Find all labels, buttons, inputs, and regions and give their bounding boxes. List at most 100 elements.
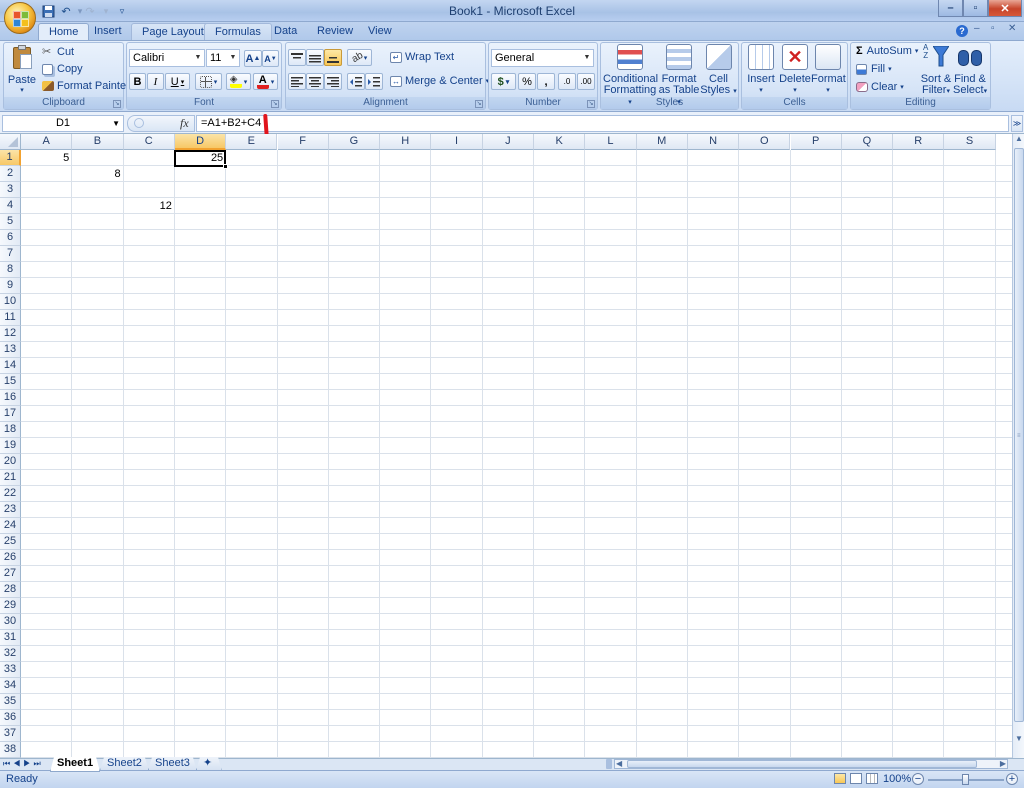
row-header-33[interactable]: 33 bbox=[0, 662, 21, 678]
ribbon-minimize-icon[interactable]: – bbox=[974, 23, 980, 34]
name-box-dropdown-icon[interactable]: ▼ bbox=[112, 116, 120, 131]
autosum-button[interactable]: Σ AutoSum ▾ bbox=[856, 45, 918, 57]
conditional-formatting-button[interactable]: Conditional Formatting ▾ bbox=[603, 44, 658, 108]
expand-formula-bar-icon[interactable]: ≫ bbox=[1011, 115, 1023, 132]
fill-handle[interactable] bbox=[223, 164, 228, 169]
borders-button[interactable]: ▾ bbox=[195, 73, 222, 90]
column-header-h[interactable]: H bbox=[380, 134, 432, 150]
row-header-27[interactable]: 27 bbox=[0, 566, 21, 582]
column-header-p[interactable]: P bbox=[790, 134, 842, 150]
row-header-15[interactable]: 15 bbox=[0, 374, 21, 390]
percent-button[interactable]: % bbox=[518, 73, 536, 90]
row-header-21[interactable]: 21 bbox=[0, 470, 21, 486]
align-top-button[interactable] bbox=[288, 49, 306, 66]
row-header-18[interactable]: 18 bbox=[0, 422, 21, 438]
format-cells-button[interactable]: Format ▾ bbox=[811, 44, 846, 96]
format-as-table-button[interactable]: Format as Table ▾ bbox=[658, 44, 700, 108]
help-icon[interactable]: ? bbox=[956, 25, 968, 37]
row-header-3[interactable]: 3 bbox=[0, 182, 21, 198]
worksheet-grid[interactable] bbox=[0, 134, 1012, 758]
column-header-q[interactable]: Q bbox=[841, 134, 894, 150]
currency-button[interactable]: $ ▾ bbox=[491, 73, 516, 90]
cut-button[interactable]: ✂ Cut bbox=[42, 46, 74, 58]
tab-split-handle[interactable] bbox=[606, 759, 612, 769]
column-header-n[interactable]: N bbox=[687, 134, 740, 150]
row-header-32[interactable]: 32 bbox=[0, 646, 21, 662]
font-color-button[interactable]: A ▾ bbox=[253, 73, 278, 90]
row-header-13[interactable]: 13 bbox=[0, 342, 21, 358]
increase-indent-button[interactable] bbox=[365, 73, 383, 90]
cell-b2[interactable]: 8 bbox=[72, 166, 123, 182]
find-select-button[interactable]: Find & Select▾ bbox=[953, 44, 987, 97]
row-header-23[interactable]: 23 bbox=[0, 502, 21, 518]
clear-button[interactable]: Clear ▾ bbox=[856, 81, 904, 93]
column-header-m[interactable]: M bbox=[636, 134, 688, 150]
row-header-20[interactable]: 20 bbox=[0, 454, 21, 470]
formula-input[interactable]: =A1+B2+C4 bbox=[196, 115, 1009, 132]
row-header-16[interactable]: 16 bbox=[0, 390, 21, 406]
cell-a1[interactable]: 5 bbox=[21, 150, 72, 166]
row-header-30[interactable]: 30 bbox=[0, 614, 21, 630]
zoom-in-icon[interactable]: + bbox=[1006, 773, 1018, 785]
column-header-s[interactable]: S bbox=[944, 134, 996, 150]
row-header-37[interactable]: 37 bbox=[0, 726, 21, 742]
page-layout-view-icon[interactable] bbox=[850, 773, 862, 784]
row-header-9[interactable]: 9 bbox=[0, 278, 21, 294]
sheet-navigation-icons[interactable]: ⏮◀▶⏭ bbox=[3, 759, 44, 769]
row-header-7[interactable]: 7 bbox=[0, 246, 21, 262]
row-header-12[interactable]: 12 bbox=[0, 326, 21, 342]
workbook-close-icon[interactable]: ✕ bbox=[1008, 23, 1016, 34]
number-launcher-icon[interactable]: ↘ bbox=[587, 100, 595, 108]
scroll-left-icon[interactable]: ◀ bbox=[616, 759, 622, 768]
column-header-g[interactable]: G bbox=[328, 134, 381, 150]
fill-button[interactable]: Fill ▾ bbox=[856, 63, 892, 75]
paste-button[interactable]: Paste ▾ bbox=[6, 44, 38, 94]
tab-home[interactable]: Home bbox=[38, 23, 90, 41]
column-header-c[interactable]: C bbox=[123, 134, 175, 150]
fill-color-button[interactable]: ◈ ▾ bbox=[226, 73, 251, 90]
underline-button[interactable]: U ▾ bbox=[165, 73, 190, 90]
column-header-d[interactable]: D bbox=[174, 134, 227, 150]
column-header-f[interactable]: F bbox=[277, 134, 329, 150]
column-header-k[interactable]: K bbox=[534, 134, 586, 150]
row-header-36[interactable]: 36 bbox=[0, 710, 21, 726]
cell-c4[interactable]: 12 bbox=[124, 198, 175, 214]
align-center-button[interactable] bbox=[306, 73, 324, 90]
row-header-29[interactable]: 29 bbox=[0, 598, 21, 614]
copy-button[interactable]: Copy bbox=[42, 63, 83, 75]
comma-button[interactable]: , bbox=[537, 73, 555, 90]
column-header-i[interactable]: I bbox=[431, 134, 483, 150]
ribbon-restore-icon[interactable]: ▫ bbox=[991, 23, 995, 34]
align-bottom-button[interactable] bbox=[324, 49, 342, 66]
sheet-tab-sheet2[interactable]: Sheet2 bbox=[100, 757, 149, 771]
decrease-indent-button[interactable] bbox=[347, 73, 365, 90]
insert-cells-button[interactable]: Insert ▾ bbox=[744, 44, 778, 96]
align-right-button[interactable] bbox=[324, 73, 342, 90]
font-size-select[interactable]: 11 ▼ bbox=[206, 49, 240, 67]
restore-button[interactable]: ▫ bbox=[963, 0, 988, 17]
scroll-up-icon[interactable]: ▲ bbox=[1014, 134, 1024, 146]
cell-styles-button[interactable]: Cell Styles ▾ bbox=[700, 44, 737, 97]
tab-review[interactable]: Review bbox=[307, 23, 363, 41]
zoom-slider-thumb[interactable] bbox=[962, 774, 969, 785]
close-button[interactable]: ✕ bbox=[988, 0, 1022, 17]
row-header-31[interactable]: 31 bbox=[0, 630, 21, 646]
insert-sheet-icon[interactable]: ✦ bbox=[196, 757, 222, 771]
row-header-34[interactable]: 34 bbox=[0, 678, 21, 694]
select-all-button[interactable] bbox=[0, 134, 21, 150]
column-header-o[interactable]: O bbox=[739, 134, 791, 150]
row-header-11[interactable]: 11 bbox=[0, 310, 21, 326]
font-launcher-icon[interactable]: ↘ bbox=[271, 100, 279, 108]
column-header-l[interactable]: L bbox=[585, 134, 637, 150]
row-header-17[interactable]: 17 bbox=[0, 406, 21, 422]
vertical-scrollbar[interactable]: ▲ ≡ ▼ bbox=[1012, 134, 1024, 758]
normal-view-icon[interactable] bbox=[834, 773, 846, 784]
clipboard-launcher-icon[interactable]: ↘ bbox=[113, 100, 121, 108]
zoom-level[interactable]: 100% bbox=[883, 773, 911, 785]
row-header-6[interactable]: 6 bbox=[0, 230, 21, 246]
column-header-r[interactable]: R bbox=[893, 134, 945, 150]
insert-function-button[interactable]: fx bbox=[180, 116, 189, 131]
alignment-launcher-icon[interactable]: ↘ bbox=[475, 100, 483, 108]
column-header-j[interactable]: J bbox=[482, 134, 534, 150]
zoom-out-icon[interactable]: − bbox=[912, 773, 924, 785]
